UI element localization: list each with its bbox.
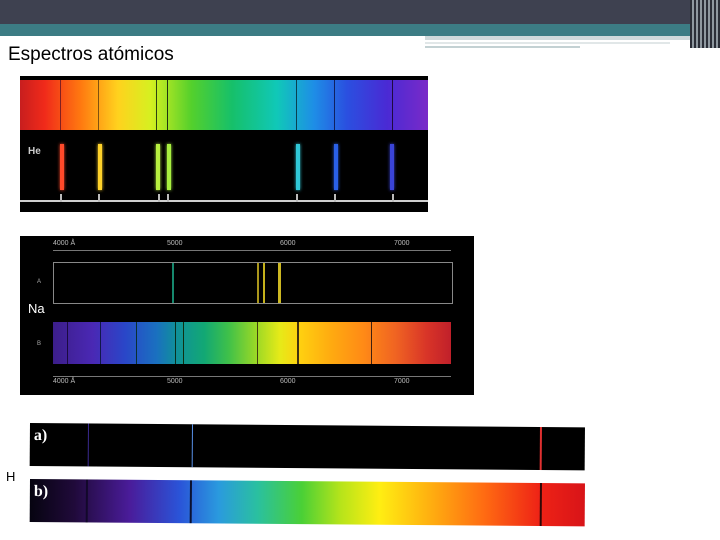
sodium-label: Na (28, 301, 45, 316)
scale-label: 7000 (394, 378, 410, 385)
slide-title: Espectros atómicos (8, 44, 174, 65)
sodium-spectrum-image: 4000 Å 5000 6000 7000 A Na B 4000 Å 5000… (20, 236, 474, 395)
emission-line (257, 263, 259, 303)
emission-line (191, 424, 193, 468)
emission-line (539, 427, 542, 471)
scale-label: 5000 (167, 240, 183, 247)
scale-axis (53, 250, 451, 251)
axis-tick (167, 194, 169, 202)
absorption-line (85, 479, 88, 523)
row-b-label: B (37, 341, 42, 347)
scale-label: 4000 Å (53, 378, 76, 385)
absorption-line (98, 80, 99, 130)
emission-line (156, 144, 160, 190)
helium-label: He (28, 146, 41, 157)
absorption-line (100, 322, 101, 364)
emission-spectrum (53, 262, 453, 304)
absorption-line (257, 322, 258, 364)
absorption-line (175, 322, 176, 364)
header-stripes (690, 0, 720, 48)
axis-tick (296, 194, 298, 202)
hydrogen-label: H (6, 469, 16, 484)
emission-line (87, 423, 89, 467)
absorption-line (371, 322, 372, 364)
absorption-line (183, 322, 184, 364)
absorption-line (334, 80, 335, 130)
emission-line (167, 144, 171, 190)
axis-tick (60, 194, 62, 202)
axis-tick (334, 194, 336, 202)
emission-line (390, 144, 394, 190)
emission-line (296, 144, 300, 190)
absorption-line (60, 80, 61, 130)
scale-label: 6000 (280, 240, 296, 247)
emission-line (172, 263, 174, 303)
emission-line (334, 144, 338, 190)
absorption-line (156, 80, 157, 130)
header-band (0, 0, 720, 24)
scale-axis (53, 376, 451, 377)
hydrogen-absorption-spectrum: b) (29, 479, 585, 527)
absorption-line (392, 80, 393, 130)
absorption-line (67, 322, 68, 364)
axis-tick (392, 194, 394, 202)
absorption-line (136, 322, 137, 364)
absorption-spectrum (53, 322, 451, 364)
scale-label: 6000 (280, 378, 296, 385)
panel-a-label: a) (33, 427, 48, 445)
row-a-label: A (37, 279, 42, 285)
scale-label: 7000 (394, 240, 410, 247)
absorption-line (297, 322, 299, 364)
header-rule (425, 42, 670, 44)
spectrum-axis (20, 200, 428, 202)
header-rule (425, 46, 580, 48)
absorption-line (189, 480, 192, 524)
absorption-line (167, 80, 168, 130)
continuous-spectrum (20, 80, 428, 130)
axis-tick (158, 194, 160, 202)
panel-b-label: b) (33, 483, 49, 501)
scale-label: 4000 Å (53, 240, 76, 247)
scale-label: 5000 (167, 378, 183, 385)
absorption-line (296, 80, 297, 130)
header-rule (425, 36, 720, 40)
header-accent-band (0, 24, 720, 36)
emission-line (263, 263, 265, 303)
absorption-line (539, 483, 542, 527)
helium-spectrum-image: He (20, 76, 428, 212)
axis-tick (98, 194, 100, 202)
emission-line (60, 144, 64, 190)
emission-line (278, 263, 281, 303)
hydrogen-emission-spectrum: a) (29, 423, 585, 471)
emission-line (98, 144, 102, 190)
